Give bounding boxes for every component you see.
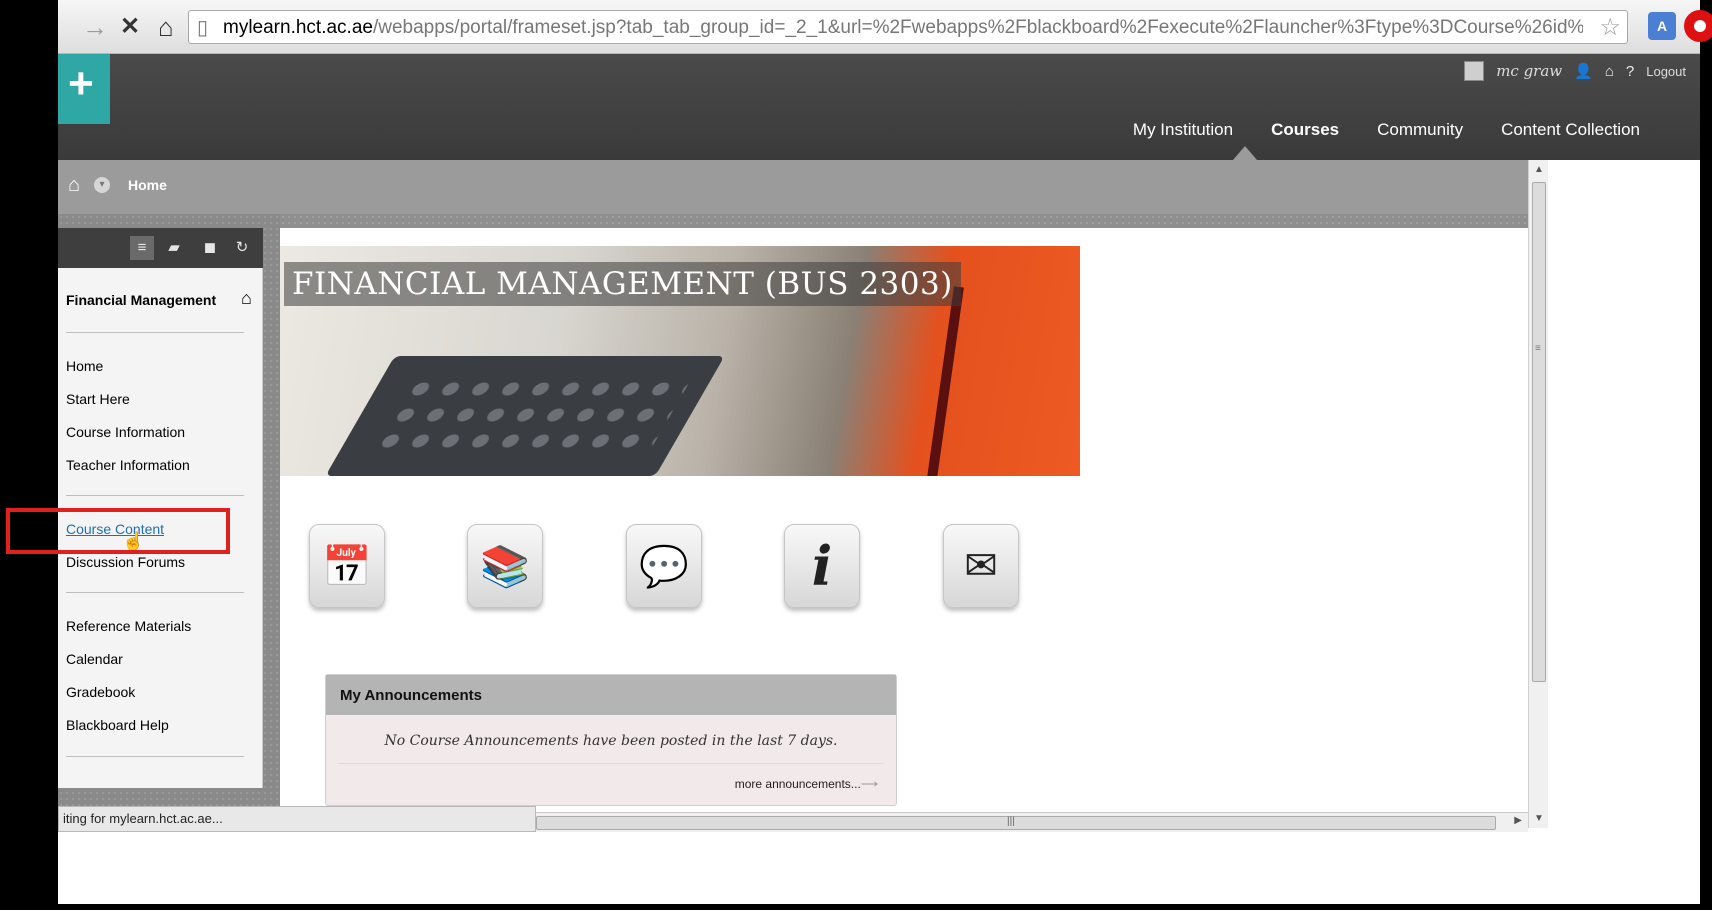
more-announcements-link[interactable]: more announcements...⟶ xyxy=(735,777,878,791)
scroll-right-icon[interactable]: ▶ xyxy=(1514,815,1522,826)
new-window-icon[interactable]: ◼ xyxy=(198,236,222,260)
menu-item-start-here[interactable]: Start Here xyxy=(66,391,130,407)
vertical-scrollbar[interactable]: ▲ ≡ ▼ xyxy=(1528,160,1548,828)
breadcrumb-home[interactable]: Home xyxy=(128,177,167,193)
info-icon[interactable]: i xyxy=(784,524,860,608)
menu-divider xyxy=(66,495,244,496)
breadcrumb-home-icon[interactable]: ⌂ xyxy=(68,174,80,197)
plus-icon: + xyxy=(68,59,94,108)
browser-toolbar: → ✕ ⌂ ▯ mylearn.hct.ac.ae/webapps/portal… xyxy=(58,0,1712,54)
forward-arrow-icon[interactable]: → xyxy=(82,12,108,42)
menu-item-course-information[interactable]: Course Information xyxy=(66,424,185,440)
menu-divider xyxy=(66,332,244,333)
course-title[interactable]: Financial Management xyxy=(66,292,216,308)
breadcrumb: ⌂ ▾ Home xyxy=(58,160,1528,214)
refresh-icon[interactable]: ↻ xyxy=(230,236,254,260)
breadcrumb-menu-icon[interactable]: ▾ xyxy=(94,177,110,193)
user-name[interactable]: mc graw xyxy=(1496,62,1562,80)
menu-item-calendar[interactable]: Calendar xyxy=(66,651,123,667)
logout-link[interactable]: Logout xyxy=(1646,64,1686,79)
scroll-thumb[interactable]: ≡ xyxy=(1532,182,1546,682)
course-menu-toolbar: ≡ ▰ ◼ ↻ xyxy=(58,228,263,268)
adblock-extension-icon[interactable] xyxy=(1684,10,1712,42)
avatar[interactable] xyxy=(1464,61,1485,81)
menu-item-blackboard-help[interactable]: Blackboard Help xyxy=(66,717,169,733)
menu-divider xyxy=(66,756,244,757)
active-tab-indicator xyxy=(1233,146,1257,160)
menu-item-home[interactable]: Home xyxy=(66,358,103,374)
banner-title: FINANCIAL MANAGEMENT (BUS 2303) xyxy=(284,262,961,306)
list-view-icon[interactable]: ≡ xyxy=(130,236,154,260)
page-icon: ▯ xyxy=(197,17,209,39)
pen-image xyxy=(926,286,964,476)
stop-icon[interactable]: ✕ xyxy=(120,12,140,42)
calculator-keys-image xyxy=(366,376,694,456)
course-banner: FINANCIAL MANAGEMENT (BUS 2303) xyxy=(280,246,1080,476)
menu-item-discussion-forums[interactable]: Discussion Forums xyxy=(66,554,185,570)
announcements-empty-text: No Course Announcements have been posted… xyxy=(384,733,838,749)
home-icon[interactable]: ⌂ xyxy=(158,12,174,42)
menu-item-teacher-information[interactable]: Teacher Information xyxy=(66,457,190,473)
grip-icon: ≡ xyxy=(1535,343,1541,354)
menu-item-gradebook[interactable]: Gradebook xyxy=(66,684,135,700)
horizontal-scrollbar[interactable]: ||| ▶ xyxy=(536,812,1528,832)
books-icon[interactable]: 📚 xyxy=(467,524,543,608)
plus-tab[interactable]: + xyxy=(58,54,110,124)
menu-divider xyxy=(66,592,244,593)
frame-left xyxy=(0,0,58,910)
frame-right xyxy=(1700,0,1712,910)
discussion-icon[interactable]: 💬 xyxy=(626,524,702,608)
menu-item-reference-materials[interactable]: Reference Materials xyxy=(66,618,191,634)
user-area: mc graw 👤 ⌂ ? Logout xyxy=(1464,58,1686,84)
announcements-module: My Announcements No Course Announcements… xyxy=(325,674,897,806)
course-home-icon[interactable]: ⌂ xyxy=(241,288,252,309)
announcements-heading: My Announcements xyxy=(326,675,896,715)
status-bar: iting for mylearn.hct.ac.ae... xyxy=(58,806,536,832)
scroll-down-icon[interactable]: ▼ xyxy=(1534,813,1544,824)
highlight-box xyxy=(6,508,230,554)
site-header: + mc graw 👤 ⌂ ? Logout My Institution Co… xyxy=(58,54,1700,160)
main-tabs: My Institution Courses Community Content… xyxy=(1133,120,1640,140)
address-bar[interactable]: ▯ mylearn.hct.ac.ae/webapps/portal/frame… xyxy=(188,10,1628,44)
translate-extension-icon[interactable]: A xyxy=(1648,12,1676,40)
url-text[interactable]: mylearn.hct.ac.ae/webapps/portal/framese… xyxy=(223,17,1583,39)
arrow-right-icon: ⟶ xyxy=(860,777,878,791)
announcements-divider xyxy=(338,763,884,764)
help-icon[interactable]: ? xyxy=(1626,63,1634,80)
tab-community[interactable]: Community xyxy=(1377,120,1463,140)
bookmark-star-icon[interactable]: ☆ xyxy=(1599,13,1621,42)
h-scroll-thumb[interactable]: ||| xyxy=(536,816,1496,830)
user-icon[interactable]: 👤 xyxy=(1574,62,1593,80)
tab-courses[interactable]: Courses xyxy=(1271,120,1339,140)
scroll-up-icon[interactable]: ▲ xyxy=(1534,164,1544,175)
tab-content-collection[interactable]: Content Collection xyxy=(1501,120,1640,140)
grip-icon: ||| xyxy=(1007,816,1015,827)
home-icon[interactable]: ⌂ xyxy=(1605,63,1614,80)
tab-my-institution[interactable]: My Institution xyxy=(1133,120,1233,140)
frame-bottom xyxy=(0,904,1712,910)
calendar-icon[interactable]: 📅 xyxy=(309,524,385,608)
mail-icon[interactable]: ✉ xyxy=(943,524,1019,608)
folder-view-icon[interactable]: ▰ xyxy=(162,236,186,260)
